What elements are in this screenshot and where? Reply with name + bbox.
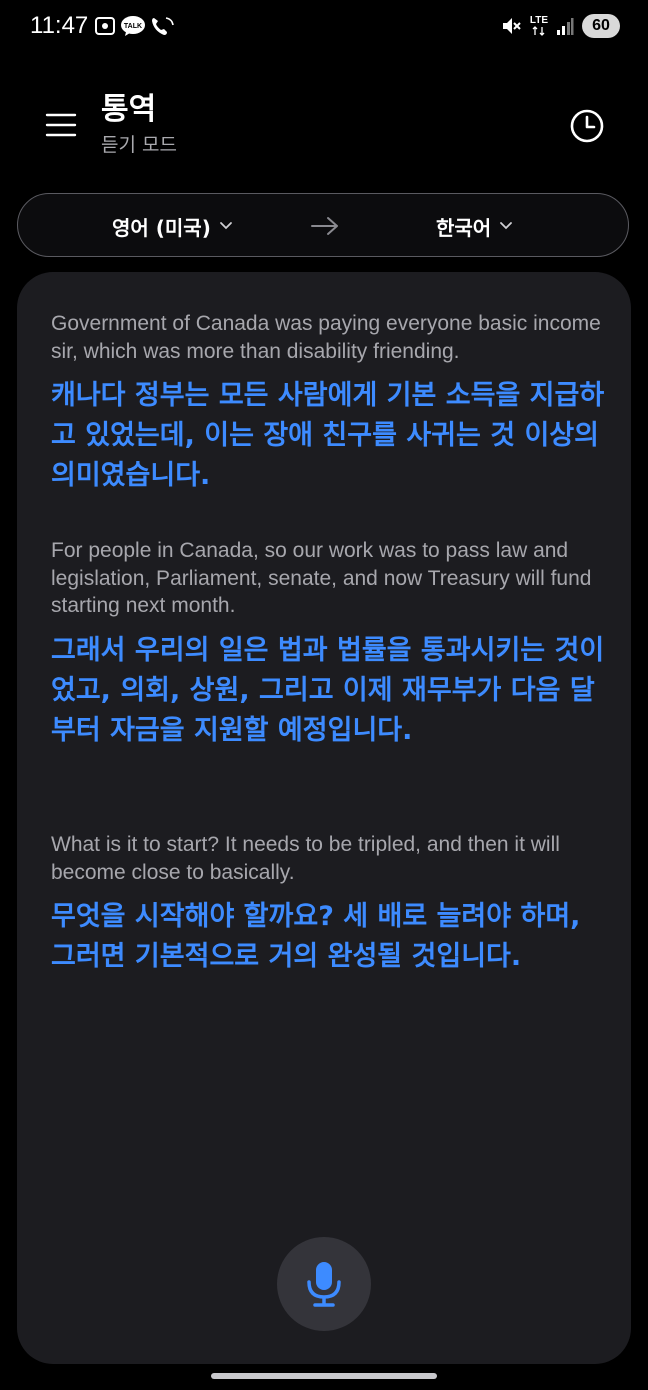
battery-indicator: 60 bbox=[582, 14, 620, 38]
arrow-right-icon bbox=[311, 217, 338, 235]
transcript-segment: For people in Canada, so our work was to… bbox=[51, 537, 611, 751]
history-button[interactable] bbox=[568, 107, 606, 145]
clock-icon bbox=[570, 109, 604, 143]
menu-button[interactable] bbox=[44, 108, 78, 142]
transcript-segment: What is it to start? It needs to be trip… bbox=[51, 831, 611, 977]
interpreter-screen: 11:47 TALK LTE 60 통역 듣기 모드 영어 (미국) 한국어 G… bbox=[0, 0, 648, 1390]
source-language-label: 영어 (미국) bbox=[112, 215, 211, 240]
hamburger-icon bbox=[45, 113, 77, 137]
network-indicator: LTE bbox=[530, 16, 548, 36]
target-language-label: 한국어 bbox=[436, 215, 492, 240]
call-icon bbox=[152, 17, 174, 35]
notification-icons: TALK bbox=[94, 15, 176, 37]
data-arrows-icon bbox=[532, 26, 545, 36]
status-time: 11:47 bbox=[30, 12, 89, 39]
microphone-button[interactable] bbox=[277, 1237, 371, 1331]
translation-text: 무엇을 시작해야 할까요? 세 배로 늘려야 하며, 그러면 기본적으로 거의 … bbox=[51, 901, 581, 972]
transcript-segment: Government of Canada was paying everyone… bbox=[51, 310, 611, 496]
lte-label: LTE bbox=[529, 15, 548, 26]
svg-text:TALK: TALK bbox=[124, 23, 142, 30]
screenshot-icon bbox=[95, 17, 115, 35]
status-bar: 11:47 TALK LTE 60 bbox=[0, 0, 648, 56]
translation-text: 그래서 우리의 일은 법과 법률을 통과시키는 것이었고, 의회, 상원, 그리… bbox=[51, 634, 605, 746]
translation-text: 캐나다 정부는 모든 사람에게 기본 소득을 지급하고 있었는데, 이는 장애 … bbox=[51, 380, 605, 491]
microphone-icon bbox=[307, 1262, 341, 1307]
target-language-dropdown[interactable]: 한국어 bbox=[436, 194, 513, 258]
chevron-down-icon bbox=[219, 222, 232, 230]
language-selector: 영어 (미국) 한국어 bbox=[17, 193, 629, 257]
talk-icon: TALK bbox=[121, 16, 145, 36]
source-language-dropdown[interactable]: 영어 (미국) bbox=[112, 194, 233, 258]
page-title: 통역 bbox=[101, 92, 157, 127]
source-text: For people in Canada, so our work was to… bbox=[51, 539, 592, 617]
app-header: 통역 듣기 모드 bbox=[0, 90, 648, 170]
system-icons: LTE 60 bbox=[500, 14, 620, 38]
transcript-card[interactable]: Government of Canada was paying everyone… bbox=[17, 272, 631, 1364]
mute-icon bbox=[502, 18, 521, 34]
source-text: What is it to start? It needs to be trip… bbox=[51, 833, 560, 884]
chevron-down-icon bbox=[500, 222, 513, 230]
title-block: 통역 듣기 모드 bbox=[101, 90, 177, 160]
mode-subtitle: 듣기 모드 bbox=[101, 134, 177, 156]
home-indicator[interactable] bbox=[211, 1373, 437, 1379]
signal-icon bbox=[557, 18, 574, 35]
source-text: Government of Canada was paying everyone… bbox=[51, 312, 601, 363]
